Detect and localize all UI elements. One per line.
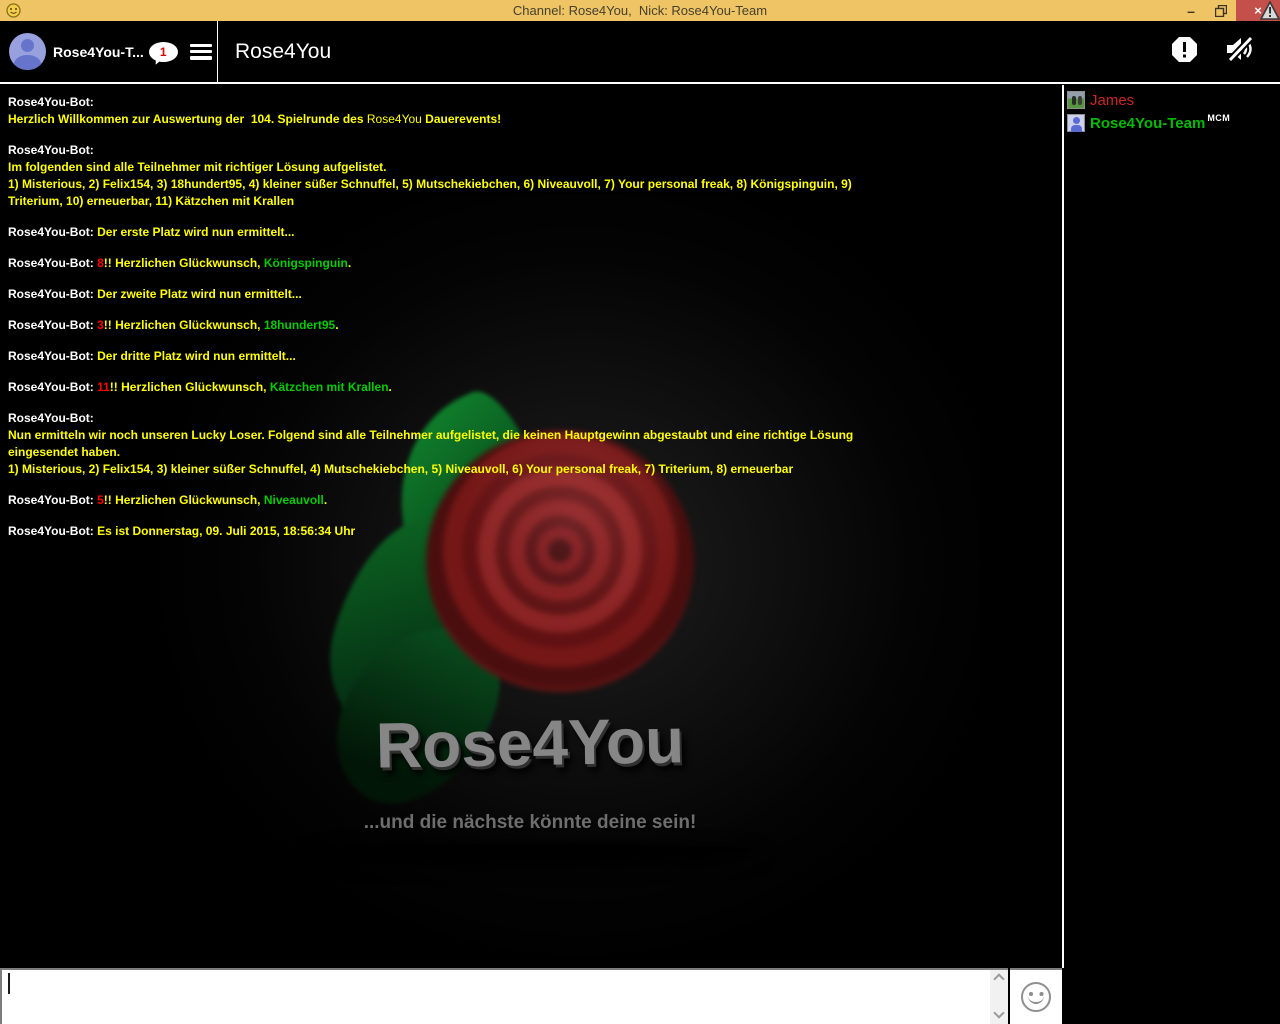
chat-message: Rose4You-Bot: Im folgenden sind alle Teil…	[8, 143, 852, 208]
photo-avatar[interactable]	[1067, 91, 1085, 109]
chat-message: Rose4You-Bot: 3!! Herzlichen Glückwunsch…	[8, 318, 339, 332]
chat-header: Rose4You-T... 1 Rose4You	[0, 21, 1280, 84]
unread-messages-bubble-icon[interactable]: 1	[148, 41, 178, 62]
chat-message: Rose4You-Bot: 11!! Herzlichen Glückwunsc…	[8, 380, 392, 394]
smiley-icon	[1021, 982, 1051, 1012]
user-list: James Rose4You-Team MCM	[1062, 85, 1280, 968]
alert-icon[interactable]	[1171, 36, 1198, 68]
warning-triangle-icon	[1259, 0, 1280, 20]
user-list-item[interactable]: James	[1067, 89, 1280, 111]
user-rank-badge: MCM	[1207, 113, 1231, 123]
restore-button[interactable]	[1206, 0, 1236, 21]
window-titlebar: Channel: Rose4You, Nick: Rose4You-Team –…	[0, 0, 1280, 21]
chat-message: Rose4You-Bot: Der erste Platz wird nun e…	[8, 225, 295, 239]
menu-hamburger-icon[interactable]	[189, 43, 212, 60]
input-scrollbar[interactable]	[990, 970, 1008, 1024]
chat-messages: Rose4You-Bot: Herzlich Willkommen zur Aus…	[0, 84, 1062, 968]
message-input[interactable]	[0, 968, 1008, 1024]
muted-speaker-icon[interactable]	[1224, 35, 1254, 68]
restore-icon	[1215, 4, 1227, 17]
user-list-item[interactable]: Rose4You-Team MCM	[1067, 112, 1280, 134]
chat-message: Rose4You-Bot: Herzlich Willkommen zur Aus…	[8, 95, 502, 126]
user-name: James	[1090, 91, 1135, 109]
minimize-button[interactable]: –	[1176, 0, 1206, 21]
chat-message: Rose4You-Bot: Es ist Donnerstag, 09. Jul…	[8, 524, 356, 538]
person-avatar[interactable]	[1067, 114, 1085, 132]
chat-message: Rose4You-Bot: Der dritte Platz wird nun …	[8, 349, 296, 363]
text-caret	[8, 973, 10, 994]
self-name: Rose4You-T...	[53, 43, 144, 60]
scroll-up-icon[interactable]	[993, 973, 1005, 985]
chat-message: Rose4You-Bot: Nun ermitteln wir noch unse…	[8, 411, 854, 476]
user-name: Rose4You-Team	[1090, 114, 1206, 132]
self-user-panel[interactable]: Rose4You-T... 1	[0, 21, 218, 82]
chat-message: Rose4You-Bot: 8!! Herzlichen Glückwunsch…	[8, 256, 352, 270]
scroll-down-icon[interactable]	[993, 1007, 1005, 1019]
emoji-button[interactable]	[1010, 968, 1062, 1024]
chat-message: Rose4You-Bot: Der zweite Platz wird nun …	[8, 287, 302, 301]
unread-count-badge: 1	[159, 44, 167, 59]
window-title: Channel: Rose4You, Nick: Rose4You-Team	[512, 3, 768, 18]
composer-bar	[0, 968, 1280, 1024]
self-avatar[interactable]	[9, 33, 46, 70]
channel-title: Rose4You	[235, 39, 332, 63]
close-button[interactable]: ×	[1236, 0, 1280, 21]
chat-message: Rose4You-Bot: 5!! Herzlichen Glückwunsch…	[8, 493, 328, 507]
